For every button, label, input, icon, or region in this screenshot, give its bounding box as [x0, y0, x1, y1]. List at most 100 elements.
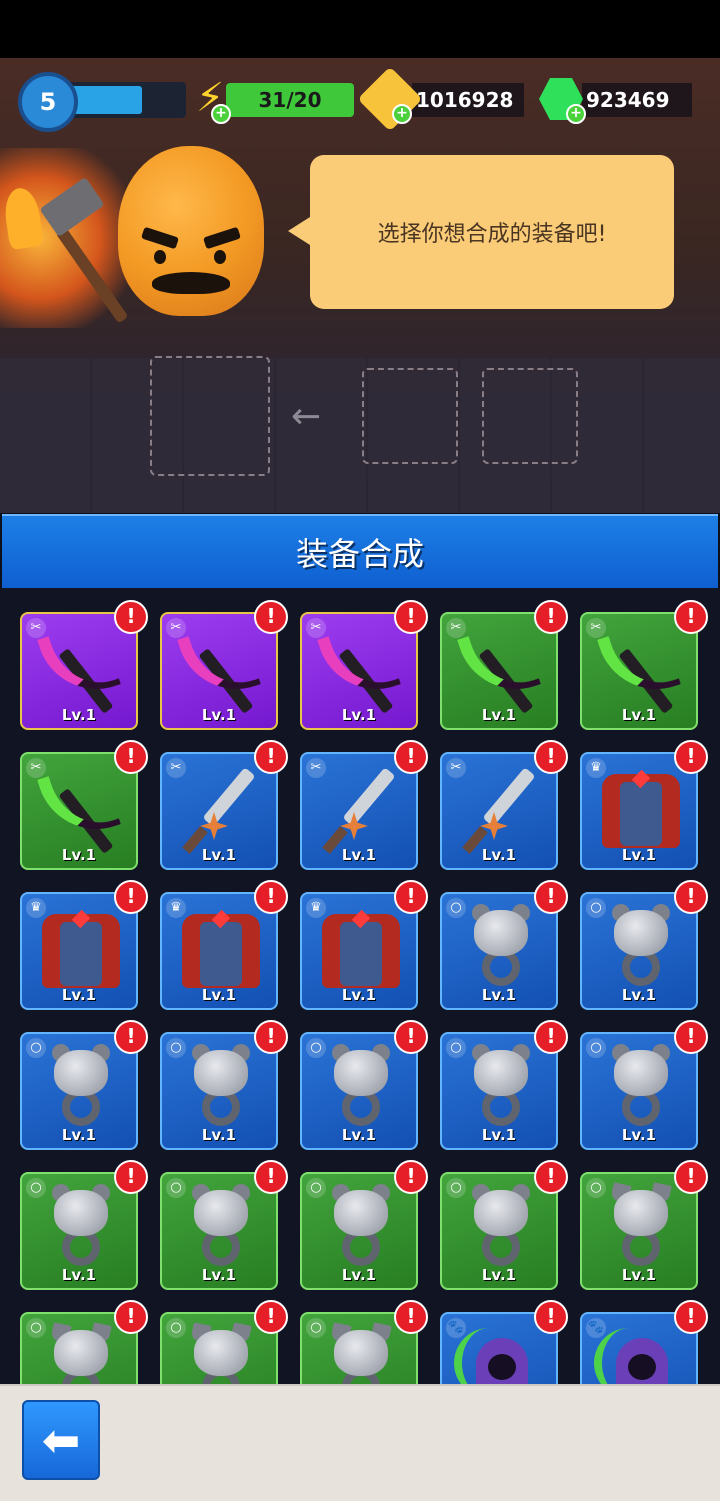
equipment-card[interactable]: ○ Lv.1! — [300, 1160, 428, 1290]
scythe-blade — [597, 619, 681, 705]
equipment-card[interactable]: ♛ Lv.1! — [20, 880, 148, 1010]
equipment-card[interactable]: ✂ Lv.1! — [300, 740, 428, 870]
equipment-level: Lv.1 — [621, 846, 657, 864]
equipment-card[interactable]: ○ Lv.1! — [580, 1160, 708, 1290]
equipment-card[interactable]: ○ Lv.1! — [440, 1160, 568, 1290]
add-energy-icon[interactable]: + — [211, 104, 231, 124]
ring-head — [194, 1050, 248, 1096]
equipment-card[interactable]: 🐾! — [440, 1300, 568, 1384]
player-level-badge[interactable]: 5 — [18, 72, 78, 132]
material-slot-2[interactable] — [482, 368, 578, 464]
equipment-card[interactable]: ✂ Lv.1! — [580, 600, 708, 730]
equipment-card[interactable]: ○ Lv.1! — [20, 1020, 148, 1150]
reaper-face — [628, 1354, 656, 1380]
equipment-level: Lv.1 — [341, 1266, 377, 1284]
sword-blade — [202, 767, 256, 827]
ring-head — [474, 1050, 528, 1096]
wolf-ring-icon — [324, 1322, 398, 1384]
equipment-type-icon: 🐾 — [586, 1318, 606, 1338]
sword-blade — [342, 767, 396, 827]
alert-icon: ! — [394, 1020, 428, 1054]
equipment-type-icon: ○ — [446, 1038, 466, 1058]
equipment-level: Lv.1 — [61, 706, 97, 724]
equipment-card[interactable]: ○! — [160, 1300, 288, 1384]
add-gems-icon[interactable]: + — [566, 104, 586, 124]
wolf-ring-icon — [44, 1322, 118, 1384]
equipment-card[interactable]: ✂ Lv.1! — [440, 600, 568, 730]
equipment-type-icon: ♛ — [586, 758, 606, 778]
equipment-grid: ✂ Lv.1! ✂ Lv.1! ✂ Lv.1! ✂ Lv.1! ✂ Lv.1! ✂ Lv.1! ✂ Lv.… — [0, 588, 720, 1384]
equipment-level: Lv.1 — [201, 706, 237, 724]
back-button[interactable]: ⬅ — [22, 1400, 100, 1480]
equipment-level: Lv.1 — [481, 1266, 517, 1284]
equipment-level: Lv.1 — [481, 846, 517, 864]
equipment-card[interactable]: ○ Lv.1! — [440, 880, 568, 1010]
equipment-card[interactable]: ○ Lv.1! — [580, 880, 708, 1010]
equipment-card[interactable]: ○! — [20, 1300, 148, 1384]
sword-icon — [322, 764, 402, 854]
ring-head — [614, 1050, 668, 1096]
equipment-card[interactable]: ○! — [300, 1300, 428, 1384]
alert-icon: ! — [394, 600, 428, 634]
bear-ring-icon — [604, 904, 678, 990]
equipment-type-icon: ○ — [166, 1178, 186, 1198]
equipment-card[interactable]: ○ Lv.1! — [160, 1020, 288, 1150]
armor-icon — [182, 908, 260, 990]
main-merge-slot[interactable] — [150, 356, 270, 476]
eye — [154, 250, 166, 264]
scythe-blade — [457, 619, 541, 705]
alert-icon: ! — [394, 1300, 428, 1334]
equipment-card[interactable]: ♛ Lv.1! — [580, 740, 708, 870]
scythe-icon — [37, 759, 121, 854]
equipment-type-icon: ✂ — [306, 758, 326, 778]
bear-ring-icon — [184, 1044, 258, 1130]
scythe-icon — [317, 619, 401, 714]
equipment-card[interactable]: ✂ Lv.1! — [440, 740, 568, 870]
equipment-type-icon: ✂ — [26, 618, 46, 638]
ring-head — [334, 1190, 388, 1236]
alert-icon: ! — [114, 600, 148, 634]
equipment-type-icon: ○ — [166, 1318, 186, 1338]
equipment-card[interactable]: ○ Lv.1! — [580, 1020, 708, 1150]
alert-icon: ! — [114, 740, 148, 774]
equipment-card[interactable]: ✂ Lv.1! — [20, 600, 148, 730]
add-gold-icon[interactable]: + — [392, 104, 412, 124]
ring-head — [334, 1050, 388, 1096]
equipment-card[interactable]: ♛ Lv.1! — [160, 880, 288, 1010]
equipment-card[interactable]: ✂ Lv.1! — [160, 600, 288, 730]
ring-head — [614, 1190, 668, 1236]
bear-ring-icon — [604, 1044, 678, 1130]
equipment-card[interactable]: ○ Lv.1! — [20, 1160, 148, 1290]
equipment-type-icon: ♛ — [26, 898, 46, 918]
bear-ring-icon — [464, 904, 538, 990]
equipment-card[interactable]: 🐾! — [580, 1300, 708, 1384]
equipment-card[interactable]: ✂ Lv.1! — [300, 600, 428, 730]
gem-counter[interactable]: 923469 — [582, 83, 692, 117]
equipment-card[interactable]: ✂ Lv.1! — [20, 740, 148, 870]
blacksmith-character — [118, 146, 264, 316]
material-slot-1[interactable] — [362, 368, 458, 464]
equipment-level: Lv.1 — [201, 1266, 237, 1284]
equipment-card[interactable]: ○ Lv.1! — [300, 1020, 428, 1150]
equipment-level: Lv.1 — [341, 846, 377, 864]
equipment-type-icon: ✂ — [446, 618, 466, 638]
ring-head — [474, 1190, 528, 1236]
equipment-type-icon: ○ — [306, 1038, 326, 1058]
gold-counter[interactable]: 1016928 — [412, 83, 524, 117]
equipment-card[interactable]: ○ Lv.1! — [160, 1160, 288, 1290]
equipment-type-icon: ✂ — [26, 758, 46, 778]
mustache — [152, 272, 230, 294]
energy-counter[interactable]: 31/20 — [226, 83, 354, 117]
equipment-level: Lv.1 — [61, 846, 97, 864]
status-bar — [0, 0, 720, 58]
equipment-level: Lv.1 — [621, 1266, 657, 1284]
equipment-card[interactable]: ✂ Lv.1! — [160, 740, 288, 870]
ring-head — [194, 1190, 248, 1236]
equipment-card[interactable]: ○ Lv.1! — [440, 1020, 568, 1150]
alert-icon: ! — [394, 1160, 428, 1194]
alert-icon: ! — [534, 1160, 568, 1194]
equipment-type-icon: ✂ — [306, 618, 326, 638]
alert-icon: ! — [254, 880, 288, 914]
equipment-card[interactable]: ♛ Lv.1! — [300, 880, 428, 1010]
bear-ring-icon — [44, 1184, 118, 1270]
